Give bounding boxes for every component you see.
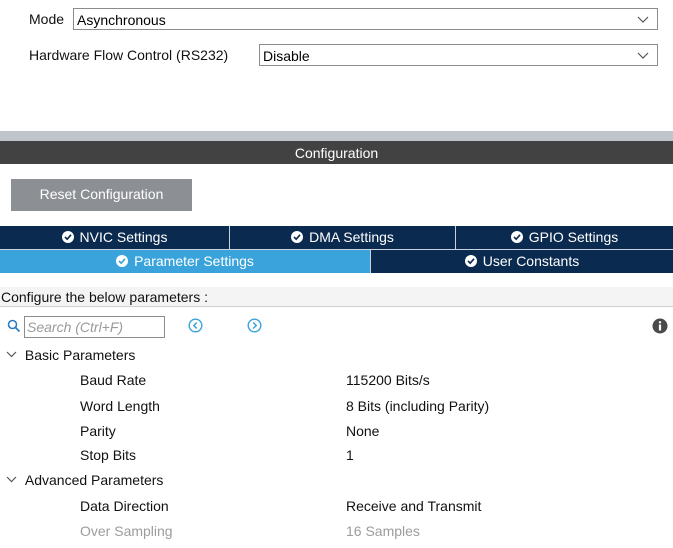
param-name-parity: Parity: [80, 423, 116, 439]
search-field[interactable]: [24, 316, 165, 338]
search-icon: [7, 319, 21, 333]
tab-divider: [229, 226, 230, 249]
param-name-stop-bits: Stop Bits: [80, 447, 137, 463]
expand-all-icon[interactable]: [247, 318, 262, 333]
tab-gpio-settings-label: GPIO Settings: [528, 229, 619, 245]
param-name-over-sampling: Over Sampling: [80, 523, 173, 539]
check-circle-icon: [464, 255, 477, 267]
flow-control-label: Hardware Flow Control (RS232): [29, 47, 229, 63]
tab-user-constants[interactable]: User Constants: [371, 250, 673, 273]
splitter-strip[interactable]: [0, 131, 673, 141]
param-name-data-direction: Data Direction: [80, 498, 169, 514]
tab-parameter-settings-label: Parameter Settings: [134, 253, 254, 269]
reset-configuration-label: Reset Configuration: [39, 186, 164, 202]
mode-label: Mode: [29, 11, 65, 27]
configuration-title: Configuration: [294, 145, 379, 161]
param-value-over-sampling: 16 Samples: [346, 523, 420, 539]
param-value-stop-bits[interactable]: 1: [346, 447, 354, 463]
search-input[interactable]: [27, 319, 159, 335]
configuration-header: Configuration: [0, 141, 673, 164]
check-circle-icon: [291, 231, 304, 243]
chevron-down-icon: [6, 476, 17, 483]
tab-divider: [455, 226, 456, 249]
tab-row-divider: [0, 249, 673, 250]
tab-nvic-settings[interactable]: NVIC Settings: [0, 226, 229, 249]
flow-control-select[interactable]: Disable: [259, 44, 658, 66]
check-circle-icon: [116, 255, 129, 267]
tab-gpio-settings[interactable]: GPIO Settings: [456, 226, 673, 249]
param-name-baud-rate: Baud Rate: [80, 372, 147, 388]
chevron-down-icon: [637, 52, 649, 59]
check-circle-icon: [61, 231, 74, 243]
group-basic-parameters-label: Basic Parameters: [24, 347, 136, 363]
param-value-parity[interactable]: None: [346, 423, 379, 439]
param-value-data-direction[interactable]: Receive and Transmit: [346, 498, 481, 514]
group-advanced-parameters[interactable]: Advanced Parameters: [6, 472, 163, 488]
reset-configuration-button[interactable]: Reset Configuration: [11, 179, 192, 211]
group-basic-parameters[interactable]: Basic Parameters: [6, 347, 135, 363]
tab-divider: [370, 250, 371, 273]
configure-hint-text: Configure the below parameters :: [1, 289, 208, 305]
tab-parameter-settings[interactable]: Parameter Settings: [0, 250, 370, 273]
mode-value: Asynchronous: [77, 12, 166, 28]
tab-dma-settings[interactable]: DMA Settings: [230, 226, 455, 249]
check-circle-icon: [510, 231, 523, 243]
param-name-word-length: Word Length: [80, 398, 160, 414]
chevron-down-icon: [6, 351, 17, 358]
chevron-down-icon: [637, 16, 649, 23]
param-value-baud-rate[interactable]: 115200 Bits/s: [346, 372, 430, 388]
tab-dma-settings-label: DMA Settings: [309, 229, 394, 245]
collapse-all-icon[interactable]: [188, 318, 203, 333]
tab-user-constants-label: User Constants: [482, 253, 580, 269]
configure-hint-bar: Configure the below parameters :: [0, 287, 673, 307]
flow-control-value: Disable: [263, 48, 310, 64]
mode-select[interactable]: Asynchronous: [73, 8, 658, 30]
info-icon[interactable]: [652, 318, 668, 334]
param-value-word-length[interactable]: 8 Bits (including Parity): [346, 398, 489, 414]
tab-nvic-settings-label: NVIC Settings: [79, 229, 168, 245]
group-advanced-parameters-label: Advanced Parameters: [24, 472, 164, 488]
